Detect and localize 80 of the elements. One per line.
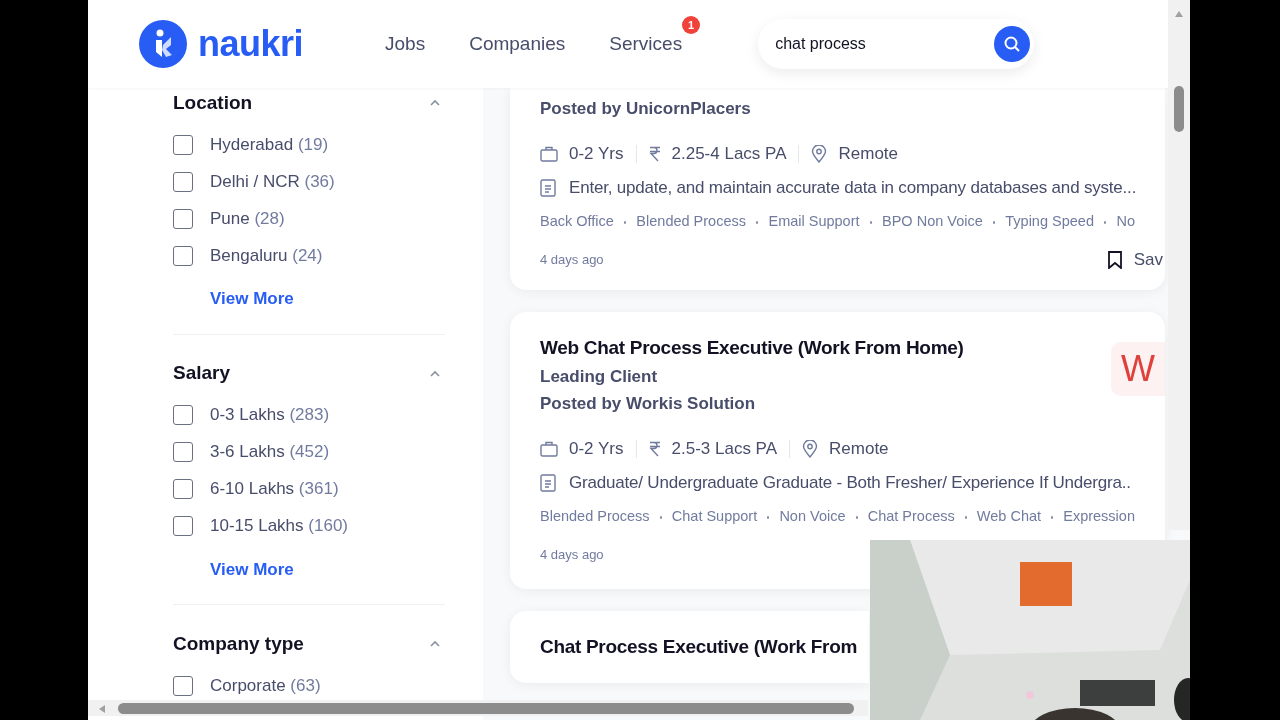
job-card[interactable]	[510, 312, 1165, 589]
job-card[interactable]: Chat Process Executive (Work From	[510, 611, 869, 683]
nav-link[interactable]: Services	[609, 32, 683, 54]
skill-tag: BPO Non Voice	[882, 211, 983, 233]
skill-tag: No	[1116, 211, 1135, 233]
checkbox[interactable]	[173, 171, 193, 192]
filter-heading: Location	[173, 90, 253, 115]
option-label: Bengaluru (24)	[210, 244, 323, 267]
rupee-icon	[648, 146, 661, 162]
company-name[interactable]: Leading Client	[540, 363, 658, 391]
save-button[interactable]: Sav	[1107, 247, 1163, 273]
document-icon	[540, 474, 556, 492]
option-label: 0-3 Lakhs (283)	[210, 404, 330, 427]
option-label: Pune (28)	[210, 207, 285, 230]
skill-tag: Expression	[1063, 506, 1135, 528]
option-label: 3-6 Lakhs (452)	[210, 441, 330, 464]
checkbox[interactable]	[173, 208, 193, 229]
nav-link[interactable]: Companies	[469, 32, 566, 54]
salary-text: 2.25-4 Lacs PA	[671, 143, 787, 166]
briefcase-icon	[540, 146, 558, 162]
vertical-scrollbar[interactable]	[1168, 0, 1190, 530]
checkbox[interactable]	[173, 675, 193, 696]
posted-by-text: Posted by Workis Solution	[540, 393, 757, 415]
skill-tag: Typing Speed	[1005, 211, 1094, 233]
filter-heading: Company type	[173, 631, 304, 656]
view-more-link[interactable]: View More	[210, 286, 445, 312]
logo-icon[interactable]	[138, 19, 188, 69]
salary-text: 2.5-3 Lacs PA	[671, 438, 778, 461]
location-text: Remote	[829, 438, 889, 461]
job-title[interactable]: Chat Process Executive (Work From	[540, 633, 858, 661]
job-description: Enter, update, and maintain accurate data in company databases and syste...	[569, 177, 1137, 200]
option-label: Delhi / NCR (36)	[210, 170, 335, 193]
experience-text: 0-2 Yrs	[569, 143, 624, 166]
option-label: Hyderabad (19)	[210, 133, 329, 156]
posted-date: 4 days ago	[540, 546, 604, 565]
experience-text: 0-2 Yrs	[569, 438, 624, 461]
skill-tag: Chat Process	[867, 506, 955, 528]
checkbox[interactable]	[173, 442, 193, 462]
skill-tag: Email Support	[768, 211, 860, 233]
scrollbar-thumb[interactable]	[1174, 86, 1184, 132]
location-pin-icon	[811, 145, 828, 163]
checkbox[interactable]	[173, 479, 193, 499]
posted-by-text: Posted by UnicornPlacers	[540, 98, 752, 120]
skill-tag: Blended Process	[636, 211, 746, 233]
option-label: Corporate (63)	[210, 674, 321, 697]
skill-tag: Blended Process	[540, 506, 650, 528]
horizontal-scrollbar[interactable]	[88, 700, 868, 716]
view-more-link[interactable]: View More	[210, 556, 445, 582]
location-pin-icon	[802, 440, 819, 458]
skill-tag: Chat Support	[671, 506, 758, 528]
search-icon	[1003, 35, 1022, 53]
job-description: Graduate/ Undergraduate Graduate - Both Fresher/ Experience If Undergra..	[569, 472, 1131, 495]
location-text: Remote	[838, 143, 898, 166]
logo-text[interactable]: naukri	[198, 26, 304, 62]
filter-heading: Salary	[173, 361, 231, 386]
checkbox[interactable]	[173, 516, 193, 536]
search-button[interactable]	[994, 26, 1031, 62]
skill-tag: Web Chat	[976, 506, 1042, 528]
chevron-up-icon[interactable]	[429, 99, 441, 107]
checkbox[interactable]	[173, 245, 193, 266]
document-icon	[540, 179, 556, 197]
job-card[interactable]	[510, 88, 1165, 290]
search-input[interactable]: chat process	[775, 32, 995, 56]
skill-tag: Non Voice	[779, 506, 846, 528]
rupee-icon	[648, 441, 661, 457]
skill-tag: Back Office	[540, 211, 614, 233]
checkbox[interactable]	[173, 134, 193, 155]
scrollbar-thumb[interactable]	[118, 703, 854, 714]
chevron-up-icon[interactable]	[429, 369, 441, 378]
option-label: 6-10 Lakhs (361)	[210, 478, 339, 501]
chevron-up-icon[interactable]	[429, 640, 441, 648]
nav-link[interactable]: Jobs	[385, 32, 426, 54]
checkbox[interactable]	[173, 405, 193, 425]
company-logo: W	[1111, 342, 1165, 396]
posted-date: 4 days ago	[540, 251, 604, 270]
job-title[interactable]: Web Chat Process Executive (Work From Home)	[540, 334, 964, 362]
option-label: 10-15 Lakhs (160)	[210, 515, 348, 538]
notification-badge: 1	[682, 15, 701, 34]
briefcase-icon	[540, 441, 558, 457]
bookmark-icon	[1107, 251, 1122, 269]
